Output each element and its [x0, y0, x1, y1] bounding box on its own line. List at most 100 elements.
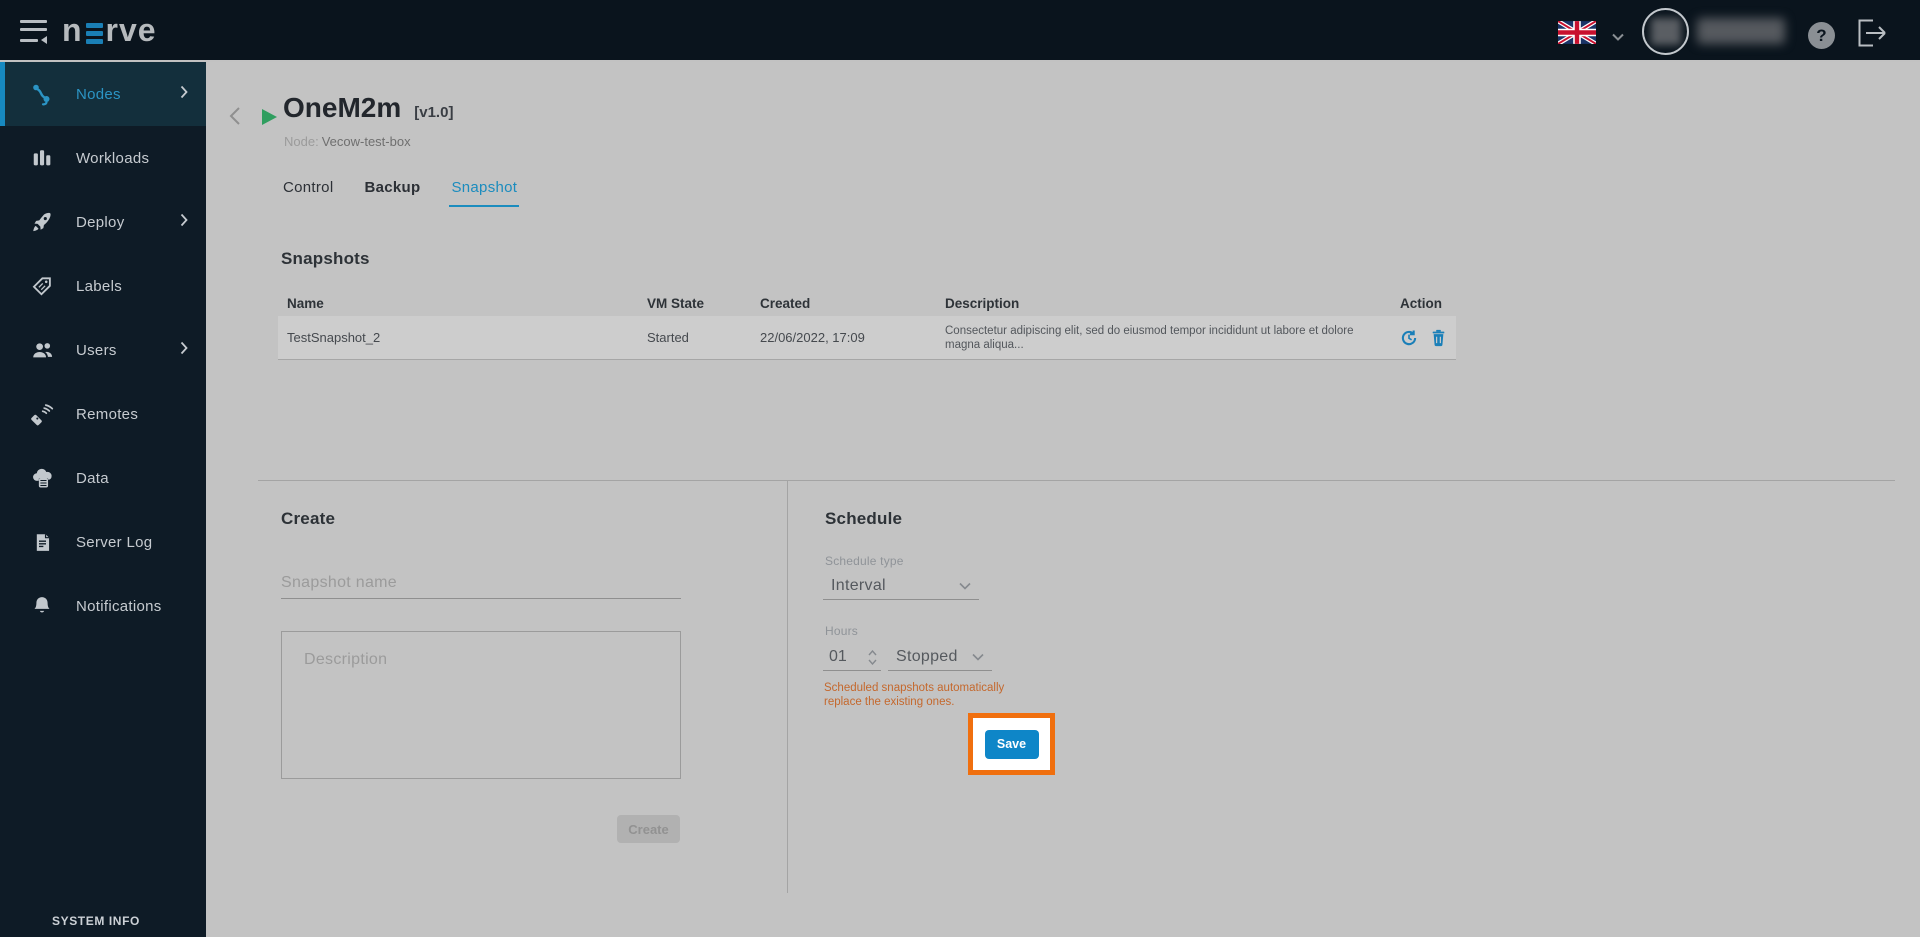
status-started-play-icon [262, 109, 277, 125]
tab-bar: Control Backup Snapshot [281, 179, 520, 207]
sidebar-item-remotes[interactable]: Remotes [0, 382, 206, 446]
username-redacted [1697, 18, 1785, 44]
sidebar-item-server-log[interactable]: Server Log [0, 510, 206, 574]
snapshot-name-cell: TestSnapshot_2 [287, 330, 381, 345]
uk-flag-icon[interactable] [1556, 19, 1598, 46]
description-textarea[interactable] [281, 631, 681, 779]
horizontal-divider [258, 480, 1895, 481]
system-info-link[interactable]: SYSTEM INFO [52, 914, 140, 928]
hours-label: Hours [825, 624, 859, 638]
sidebar-item-workloads[interactable]: Workloads [0, 126, 206, 190]
schedule-state-value: Stopped [896, 648, 958, 665]
sidebar-item-labels[interactable]: Labels [0, 254, 206, 318]
hours-input[interactable] [829, 648, 855, 666]
logo-text: n [62, 12, 83, 48]
schedule-type-label: Schedule type [825, 554, 904, 568]
restore-icon[interactable] [1400, 329, 1418, 347]
sidebar-item-label: Deploy [76, 213, 125, 231]
chevron-down-icon [959, 582, 971, 590]
help-icon[interactable]: ? [1808, 22, 1835, 49]
language-chevron-down-icon[interactable] [1612, 28, 1624, 46]
sidebar-item-label: Notifications [76, 597, 162, 615]
snapshot-name-input[interactable] [281, 567, 681, 599]
workloads-icon [30, 146, 54, 170]
nerve-logo: n rve [62, 12, 157, 49]
node-name: Vecow-test-box [321, 134, 411, 149]
schedule-heading: Schedule [825, 509, 903, 528]
sidebar-item-label: Nodes [76, 85, 121, 103]
snapshots-heading: Snapshots [281, 249, 370, 268]
menu-bar [20, 38, 38, 42]
menu-bar [20, 20, 47, 23]
stepper-down-icon [868, 659, 877, 665]
sidebar-item-notifications[interactable]: Notifications [0, 574, 206, 638]
sidebar-item-deploy[interactable]: Deploy [0, 190, 206, 254]
delete-icon[interactable] [1430, 329, 1447, 347]
sidebar-item-label: Data [76, 469, 109, 487]
main-content: OneM2m [v1.0] Node: Vecow-test-box Contro… [206, 62, 1920, 937]
users-icon [30, 338, 54, 362]
column-header-vm-state: VM State [647, 295, 705, 311]
tab-snapshot[interactable]: Snapshot [449, 179, 520, 207]
vm-state-cell: Started [647, 330, 689, 345]
menu-toggle-icon[interactable] [20, 20, 50, 44]
hours-field [823, 644, 881, 671]
server-log-icon [30, 530, 54, 554]
back-chevron-icon[interactable] [228, 106, 241, 131]
save-button[interactable]: Save [984, 729, 1039, 759]
logo-text: rve [105, 12, 157, 48]
create-button[interactable]: Create [617, 815, 680, 843]
tab-control[interactable]: Control [281, 179, 335, 207]
table-header-row: Name VM State Created Description Action [278, 290, 1456, 316]
chevron-right-icon [180, 213, 188, 231]
schedule-warning-text: Scheduled snapshots automatically replac… [824, 682, 1005, 708]
menu-collapse-arrow [41, 36, 47, 44]
sidebar-item-label: Server Log [76, 533, 153, 551]
schedule-type-select[interactable]: Interval [823, 573, 979, 600]
sidebar: Nodes Workloads Deploy Labels Users Remo… [0, 62, 206, 937]
hours-stepper[interactable] [868, 649, 877, 665]
chevron-right-icon [180, 85, 188, 103]
description-cell: Consectetur adipiscing elit, sed do eius… [945, 324, 1354, 351]
page-title: OneM2m [283, 92, 402, 123]
avatar-redacted [1650, 18, 1681, 45]
table-row: TestSnapshot_2 Started 22/06/2022, 17:09… [278, 316, 1456, 360]
menu-bar [20, 28, 47, 31]
data-icon [30, 466, 54, 490]
sidebar-item-label: Users [76, 341, 117, 359]
node-label: Node: [284, 134, 319, 149]
workload-version: [v1.0] [414, 104, 454, 121]
vertical-divider [787, 480, 788, 893]
remotes-icon [30, 402, 54, 426]
tab-backup[interactable]: Backup [362, 179, 422, 207]
top-header: n rve ? [0, 0, 1920, 62]
created-cell: 22/06/2022, 17:09 [760, 330, 865, 345]
deploy-icon [30, 210, 54, 234]
sidebar-item-label: Remotes [76, 405, 139, 423]
logout-icon[interactable] [1856, 19, 1889, 52]
node-subtitle: Node: Vecow-test-box [284, 134, 411, 149]
sidebar-item-users[interactable]: Users [0, 318, 206, 382]
notifications-icon [30, 594, 54, 618]
sidebar-item-label: Labels [76, 277, 123, 295]
avatar[interactable] [1642, 8, 1689, 55]
snapshots-table: Name VM State Created Description Action… [278, 290, 1456, 360]
chevron-down-icon [972, 653, 984, 661]
actions-cell [1391, 329, 1456, 347]
schedule-state-select[interactable]: Stopped [888, 644, 992, 671]
column-header-created: Created [760, 295, 811, 311]
stepper-up-icon [868, 649, 877, 655]
sidebar-item-data[interactable]: Data [0, 446, 206, 510]
sidebar-item-label: Workloads [76, 149, 150, 167]
create-heading: Create [281, 509, 336, 528]
column-header-action: Action [1400, 295, 1442, 311]
column-header-name: Name [287, 295, 324, 311]
nodes-icon [30, 82, 54, 106]
column-header-description: Description [945, 295, 1020, 311]
annotation-highlight-box: Save [968, 713, 1055, 775]
sidebar-item-nodes[interactable]: Nodes [0, 62, 206, 126]
labels-icon [30, 274, 54, 298]
schedule-type-value: Interval [831, 577, 886, 594]
logo-e-bars-icon [85, 23, 103, 44]
chevron-right-icon [180, 341, 188, 359]
